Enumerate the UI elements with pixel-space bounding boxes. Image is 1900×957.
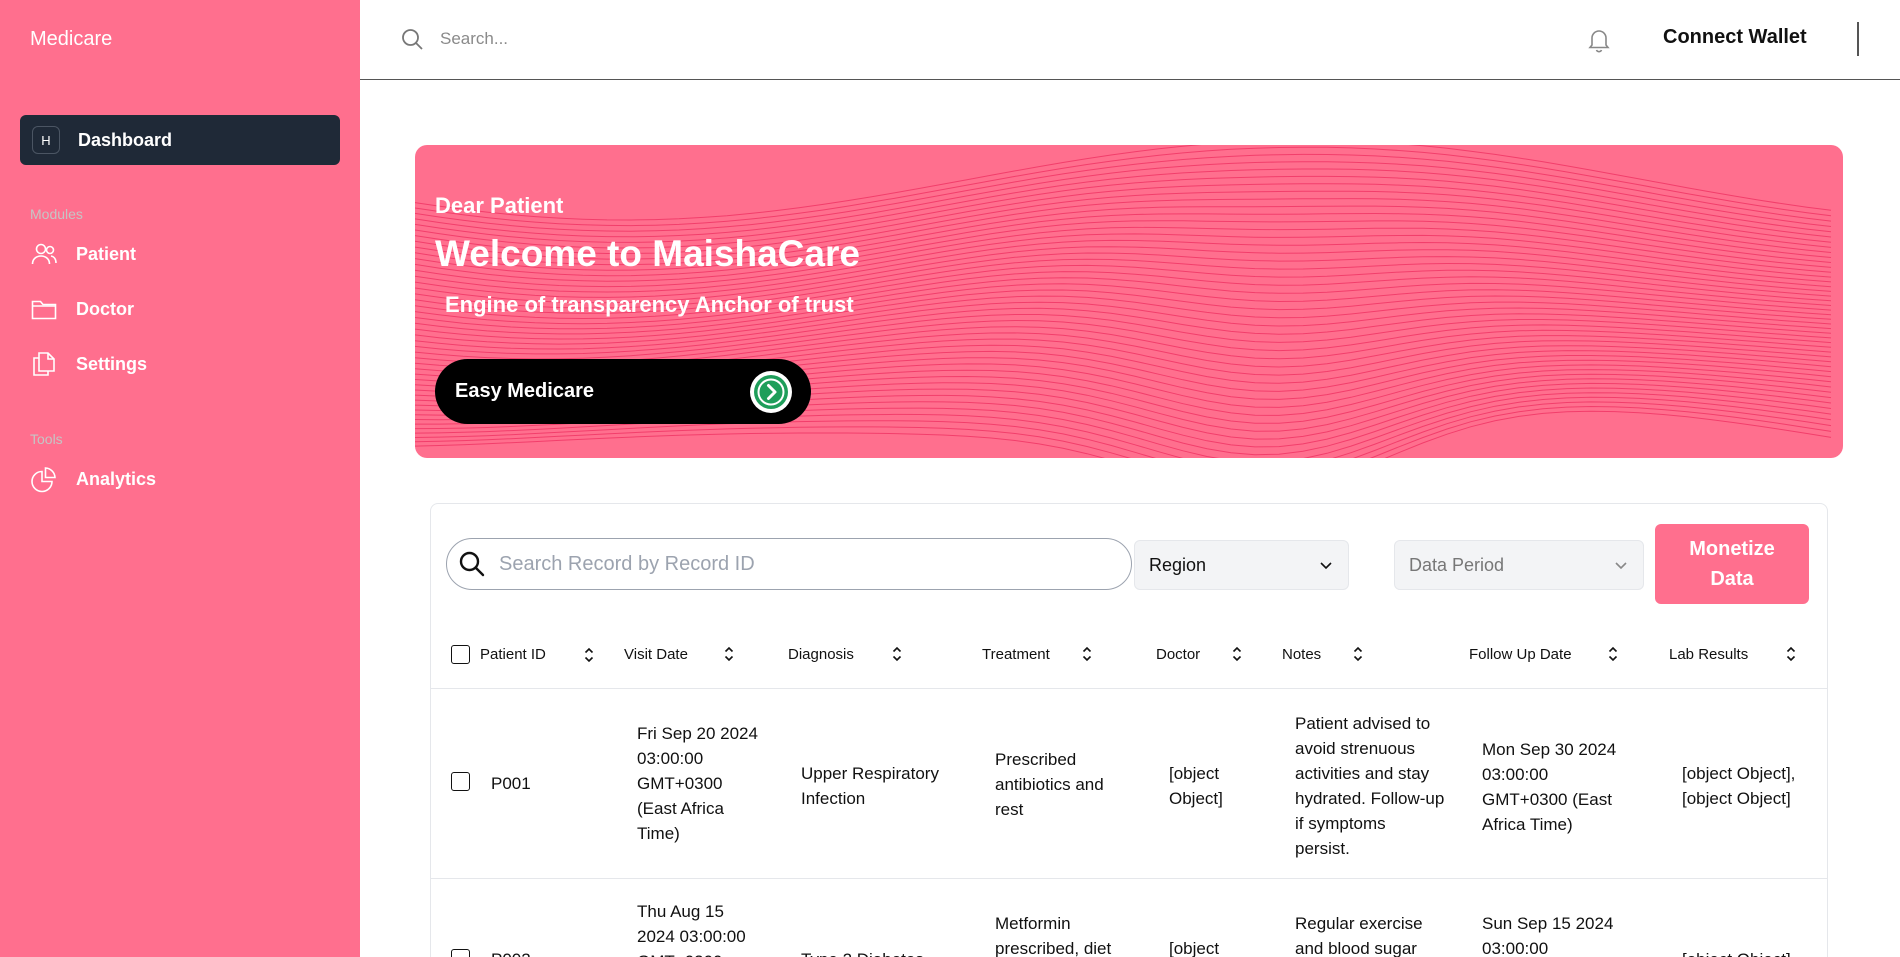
- monetize-data-label: Monetize Data: [1689, 538, 1775, 590]
- cell-notes: Patient advised to avoid strenuous activ…: [1295, 714, 1445, 858]
- cell-lab-results: [object Object], [object Object]: [1682, 764, 1796, 808]
- search-icon: [402, 29, 423, 50]
- column-label: Follow Up Date: [1469, 645, 1572, 663]
- table-row[interactable]: P001 Fri Sep 20 2024 03:00:00 GMT+0300 (…: [431, 689, 1827, 879]
- sidebar-item-settings[interactable]: Settings: [30, 348, 147, 380]
- records-table-header: Patient ID Visit Date Diagnosis Treatmen…: [431, 629, 1827, 689]
- column-label: Diagnosis: [788, 645, 854, 663]
- column-treatment[interactable]: Treatment: [982, 645, 1094, 663]
- sidebar-item-label: Settings: [76, 353, 148, 374]
- easy-medicare-button[interactable]: Easy Medicare: [435, 359, 811, 424]
- row-checkbox[interactable]: [451, 949, 470, 957]
- column-visit-date[interactable]: Visit Date: [624, 645, 736, 663]
- sort-icon[interactable]: [1784, 645, 1798, 663]
- cell-diagnosis: Upper Respiratory Infection: [801, 764, 939, 808]
- connect-wallet-button[interactable]: Connect Wallet: [1663, 26, 1807, 49]
- cell-doctor: [object Object]: [1169, 764, 1223, 808]
- sort-icon[interactable]: [722, 645, 736, 663]
- welcome-banner: Dear Patient Welcome to MaishaCare Engin…: [415, 145, 1843, 458]
- banner-title: Welcome to MaishaCare: [435, 233, 860, 274]
- sidebar-item-label: Dashboard: [78, 129, 173, 150]
- row-checkbox[interactable]: [451, 772, 470, 791]
- global-search-input[interactable]: [440, 24, 840, 54]
- sidebar-item-dashboard[interactable]: H Dashboard: [20, 115, 340, 165]
- records-card: Region Data Period MonetizeData Patient …: [430, 503, 1828, 957]
- cell-patient-id: P001: [491, 774, 531, 793]
- pie-chart-icon: [31, 467, 56, 493]
- sidebar-item-label: Analytics: [76, 468, 157, 489]
- top-bar: Connect Wallet: [360, 0, 1900, 80]
- region-select[interactable]: Region: [1134, 540, 1349, 590]
- cell-follow-up-date: Mon Sep 30 2024 03:00:00 GMT+0300 (East …: [1482, 740, 1617, 834]
- documents-icon: [33, 352, 55, 376]
- cell-visit-date: Fri Sep 20 2024 03:00:00 GMT+0300 (East …: [637, 724, 758, 843]
- sort-icon[interactable]: [890, 645, 904, 663]
- sort-icon[interactable]: [1080, 645, 1094, 663]
- data-period-select[interactable]: Data Period: [1394, 540, 1644, 590]
- column-label: Patient ID: [480, 646, 546, 663]
- column-notes[interactable]: Notes: [1282, 645, 1365, 663]
- column-doctor[interactable]: Doctor: [1156, 645, 1244, 663]
- sort-icon[interactable]: [1351, 645, 1365, 663]
- cell-follow-up-date: Sun Sep 15 2024 03:00:00: [1482, 914, 1614, 957]
- column-label: Visit Date: [624, 645, 688, 663]
- easy-medicare-label: Easy Medicare: [455, 380, 594, 402]
- dashboard-badge: H: [32, 126, 60, 154]
- arrow-right-circle-icon: [750, 371, 792, 413]
- data-period-select-value: Data Period: [1409, 554, 1505, 575]
- sidebar-item-label: Patient: [76, 243, 137, 264]
- sidebar-item-analytics[interactable]: Analytics: [30, 463, 156, 495]
- sidebar-item-patient[interactable]: Patient: [30, 238, 136, 270]
- sidebar: Medicare H Dashboard Modules Patient Doc…: [0, 0, 360, 957]
- section-label-modules: Modules: [30, 206, 83, 222]
- sort-icon[interactable]: [1606, 645, 1620, 663]
- column-follow-up-date[interactable]: Follow Up Date: [1469, 645, 1620, 663]
- monetize-data-button[interactable]: Monetize Data: [1655, 524, 1809, 604]
- cell-patient-id: P002: [491, 947, 531, 957]
- select-all-checkbox[interactable]: [451, 645, 470, 664]
- cell-treatment: Prescribed antibiotics and rest: [995, 750, 1104, 819]
- table-row[interactable]: P002 Thu Aug 15 2024 03:00:00 GMT+0300 T…: [431, 879, 1827, 957]
- column-label: Treatment: [982, 645, 1050, 663]
- cell-treatment: Metformin prescribed, diet: [995, 914, 1112, 957]
- search-icon: [459, 551, 485, 577]
- cell-diagnosis: Type 2 Diabetes: [801, 947, 961, 957]
- section-label-tools: Tools: [30, 431, 63, 447]
- banner-greeting: Dear Patient: [435, 193, 564, 218]
- users-icon: [31, 243, 57, 265]
- sidebar-item-label: Doctor: [76, 298, 134, 319]
- banner-tagline: Engine of transparency Anchor of trust: [445, 292, 854, 317]
- chevron-down-icon: [1615, 562, 1627, 570]
- column-patient-id[interactable]: Patient ID: [451, 645, 596, 664]
- sidebar-item-doctor[interactable]: Doctor: [30, 293, 134, 325]
- column-label: Doctor: [1156, 645, 1201, 663]
- record-search-input[interactable]: [499, 552, 1099, 576]
- notification-bell-icon[interactable]: [1585, 26, 1613, 54]
- column-label: Notes: [1282, 645, 1322, 663]
- cell-doctor: [object: [1169, 939, 1220, 957]
- brand-logo-text: Medicare: [30, 28, 113, 50]
- column-label: Lab Results: [1669, 645, 1749, 663]
- record-search-box[interactable]: [446, 538, 1132, 590]
- wave-line: [415, 146, 1832, 227]
- cell-lab-results: [object Object],: [1682, 947, 1812, 957]
- sort-icon[interactable]: [582, 646, 596, 664]
- column-diagnosis[interactable]: Diagnosis: [788, 645, 904, 663]
- topbar-divider: [1857, 22, 1859, 56]
- region-select-value: Region: [1149, 554, 1207, 575]
- column-lab-results[interactable]: Lab Results: [1669, 645, 1798, 663]
- folder-icon: [31, 300, 57, 320]
- chevron-down-icon: [1320, 562, 1332, 570]
- sort-icon[interactable]: [1230, 645, 1244, 663]
- cell-visit-date: Thu Aug 15 2024 03:00:00 GMT+0300: [637, 902, 746, 957]
- cell-notes: Regular exercise and blood sugar: [1295, 914, 1423, 957]
